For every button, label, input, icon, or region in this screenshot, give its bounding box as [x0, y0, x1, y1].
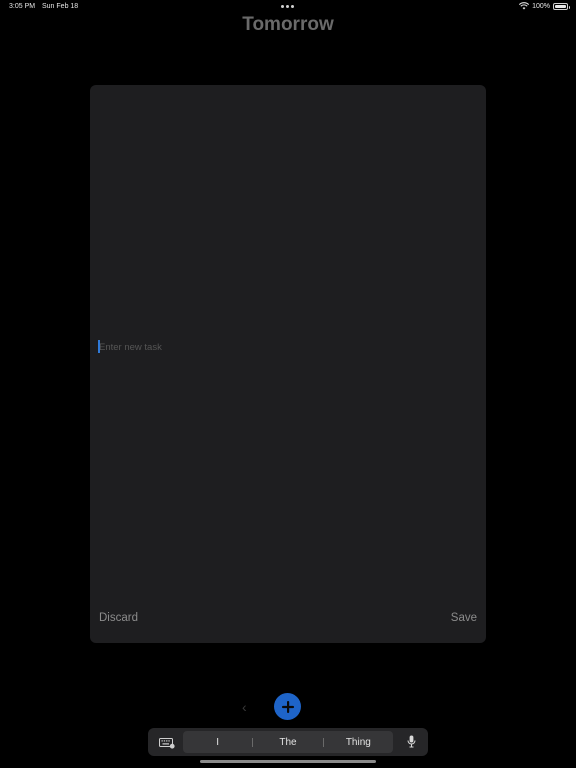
suggestion-item[interactable]: Thing	[324, 737, 393, 748]
chevron-left-icon[interactable]: ‹	[242, 699, 247, 715]
autocomplete-suggestions: I The Thing	[183, 731, 393, 753]
save-button[interactable]: Save	[451, 612, 477, 624]
status-date: Sun Feb 18	[42, 3, 79, 10]
page-title: Tomorrow	[242, 14, 334, 35]
discard-button[interactable]: Discard	[99, 612, 138, 624]
text-caret	[98, 340, 100, 353]
status-time: 3:05 PM	[9, 3, 36, 10]
wifi-icon	[519, 2, 530, 10]
home-indicator[interactable]	[200, 760, 376, 763]
suggestion-item[interactable]: I	[183, 737, 252, 748]
battery-percent: 100%	[532, 2, 550, 10]
status-right: 100%	[519, 2, 570, 10]
keyboard-icon[interactable]	[159, 736, 175, 754]
suggestion-item[interactable]: The	[253, 737, 322, 748]
new-task-input[interactable]	[98, 340, 469, 354]
keyboard-shortcut-bar: I The Thing	[148, 728, 428, 756]
microphone-icon[interactable]	[407, 735, 416, 753]
battery-icon	[553, 2, 570, 10]
battery-fill	[555, 4, 566, 8]
screen: 3:05 PM Sun Feb 18 100% Tomorrow Discard	[0, 0, 576, 768]
plus-icon	[281, 700, 295, 714]
multitasking-dots-icon[interactable]	[281, 5, 294, 8]
add-task-button[interactable]	[274, 693, 301, 720]
task-editor-card: Discard Save	[90, 85, 486, 643]
